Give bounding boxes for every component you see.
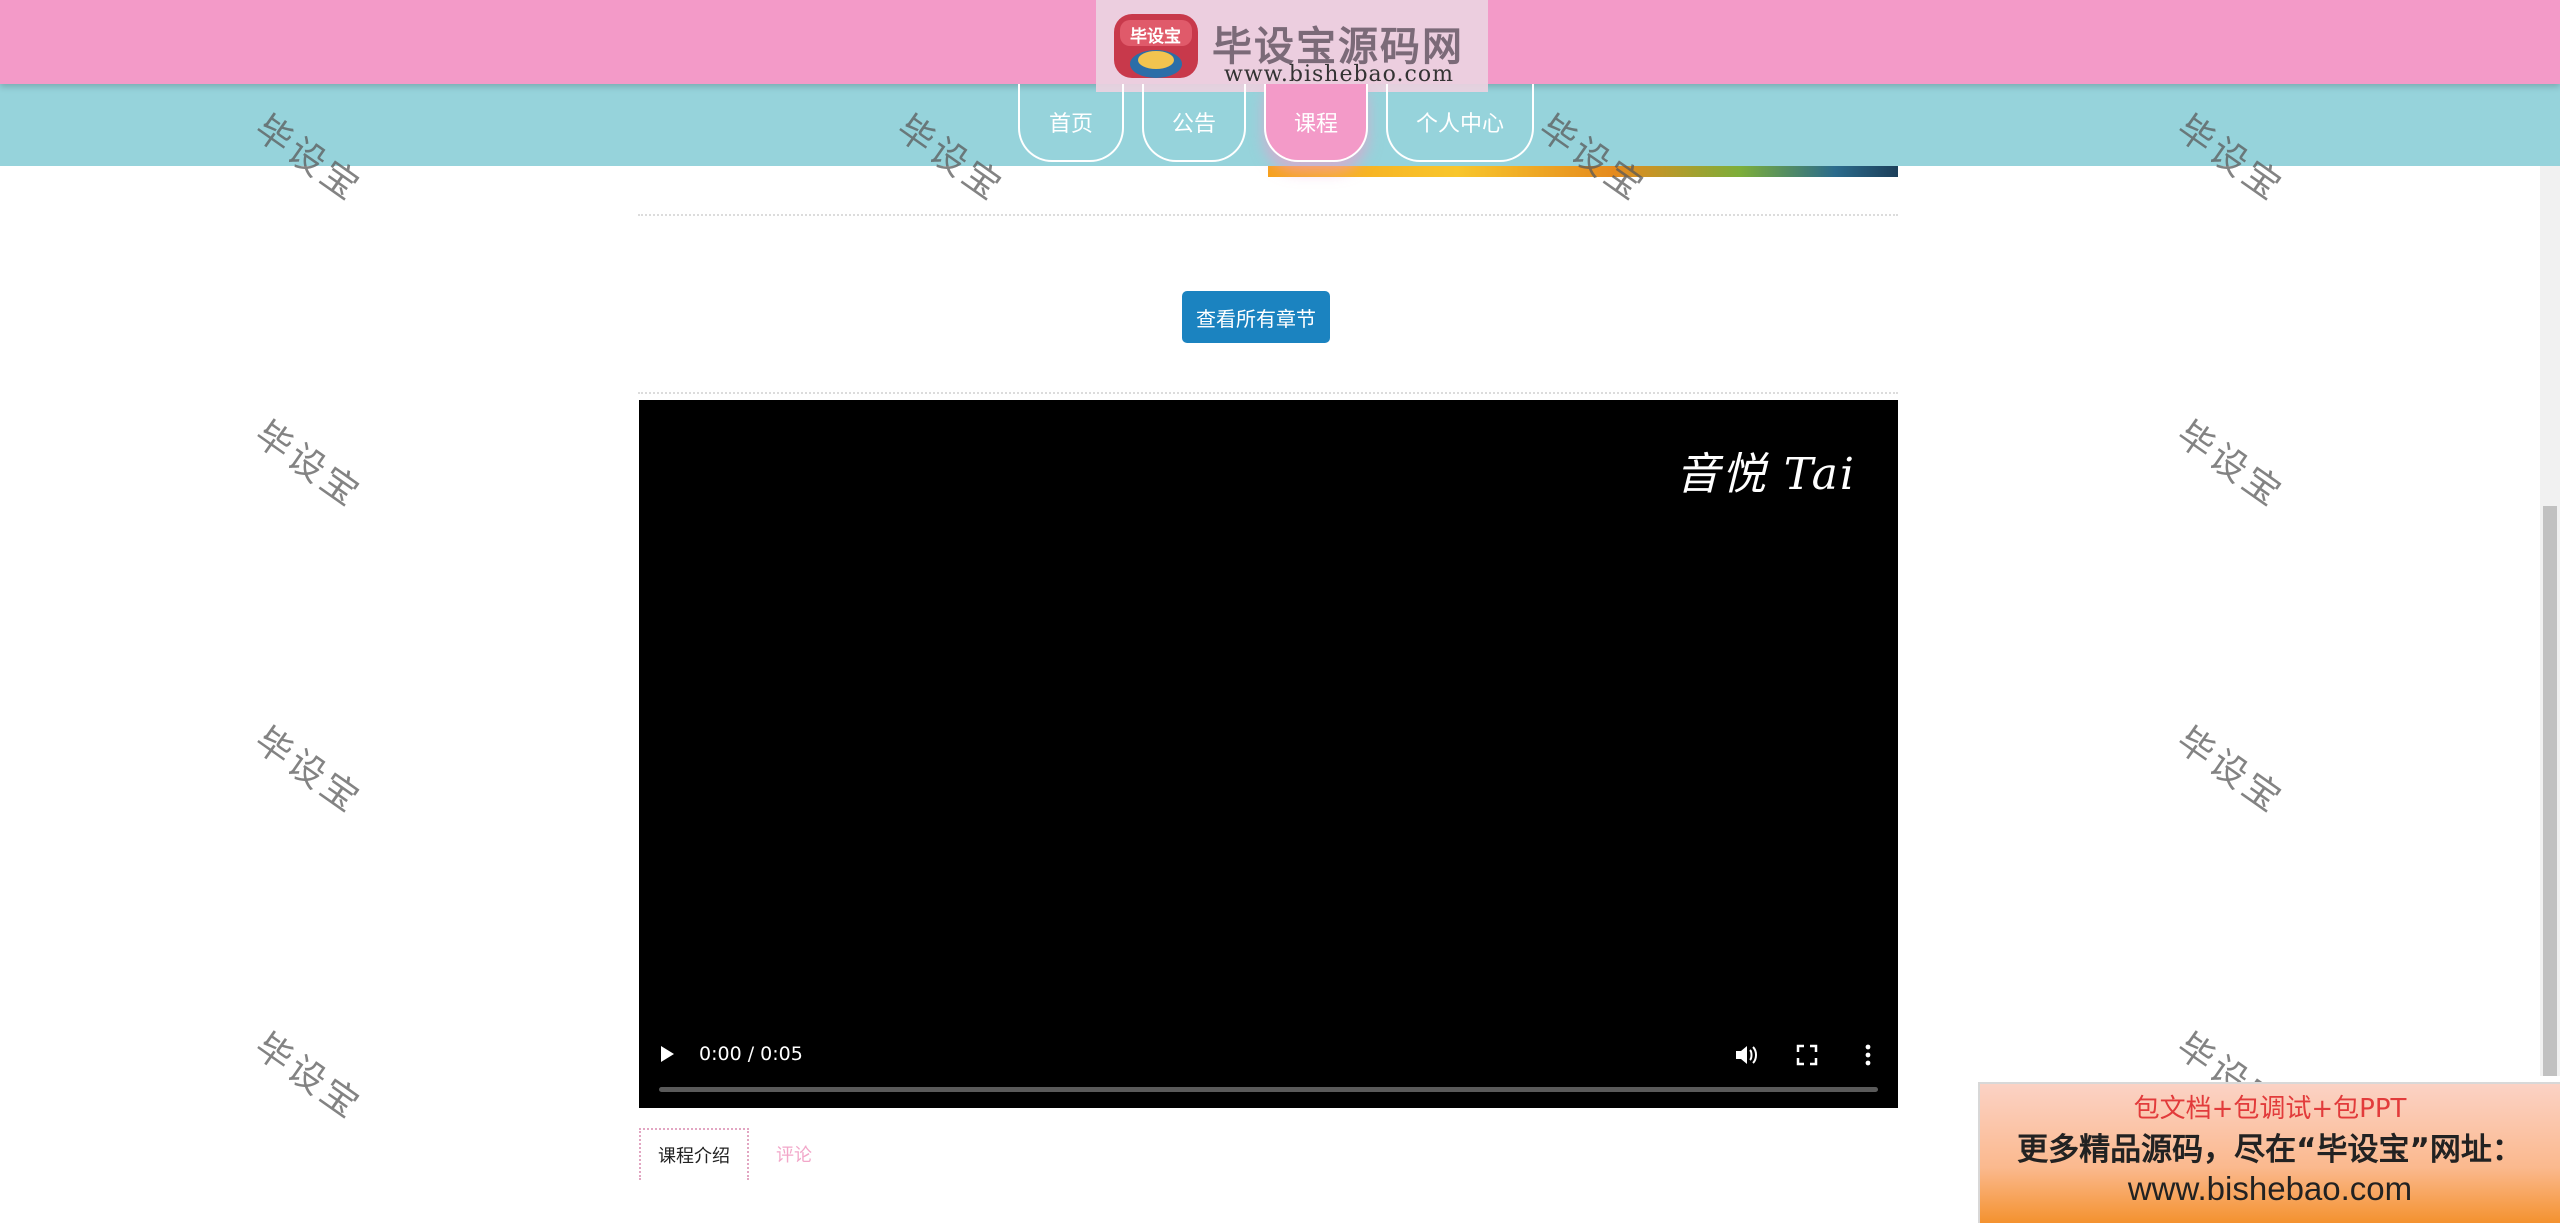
promo-ad-box[interactable]: 包文档+包调试+包PPT 更多精品源码，尽在“毕设宝”网址： www.bishe… xyxy=(1978,1082,2560,1223)
watermark-text: 毕设宝 xyxy=(247,1025,369,1129)
main-nav: 首页 公告 课程 个人中心 xyxy=(1018,84,1552,164)
tab-comments[interactable]: 评论 xyxy=(749,1128,839,1180)
tab-course-intro[interactable]: 课程介绍 xyxy=(639,1128,749,1180)
watermark-text: 毕设宝 xyxy=(2169,719,2291,823)
nav-item-courses[interactable]: 课程 xyxy=(1264,84,1368,162)
video-progress-bar[interactable] xyxy=(659,1087,1878,1092)
watermark-text: 毕设宝 xyxy=(247,413,369,517)
nav-item-home[interactable]: 首页 xyxy=(1018,84,1124,162)
volume-icon[interactable] xyxy=(1734,1044,1758,1066)
course-tabs: 课程介绍 评论 xyxy=(639,1128,839,1180)
fullscreen-icon[interactable] xyxy=(1796,1044,1818,1066)
play-icon[interactable] xyxy=(661,1046,674,1062)
page-scrollbar[interactable] xyxy=(2540,166,2560,1076)
nav-item-announcements[interactable]: 公告 xyxy=(1142,84,1246,162)
divider xyxy=(638,392,1898,394)
view-all-chapters-button[interactable]: 查看所有章节 xyxy=(1182,291,1330,343)
site-logo[interactable]: 毕设宝 毕设宝源码网 www.bishebao.com xyxy=(1096,0,1488,92)
scrollbar-thumb[interactable] xyxy=(2543,506,2557,1076)
logo-badge-icon: 毕设宝 xyxy=(1108,6,1204,86)
logo-badge-text: 毕设宝 xyxy=(1130,27,1181,47)
more-options-icon[interactable] xyxy=(1864,1044,1872,1066)
video-player[interactable]: 音悦 Tai 0:00 / 0:05 xyxy=(639,400,1898,1108)
ad-line-url[interactable]: www.bishebao.com xyxy=(1980,1170,2560,1208)
watermark-text: 毕设宝 xyxy=(247,719,369,823)
divider xyxy=(638,214,1898,216)
watermark-text: 毕设宝 xyxy=(2169,413,2291,517)
video-controls: 0:00 / 0:05 xyxy=(639,1012,1898,1108)
ad-line-slogan: 更多精品源码，尽在“毕设宝”网址： xyxy=(2017,1132,2523,1168)
video-watermark: 音悦 Tai xyxy=(1675,449,1856,500)
ad-line-offer: 包文档+包调试+包PPT xyxy=(2133,1094,2407,1124)
video-time: 0:00 / 0:05 xyxy=(699,1043,803,1065)
nav-item-profile[interactable]: 个人中心 xyxy=(1386,84,1534,162)
